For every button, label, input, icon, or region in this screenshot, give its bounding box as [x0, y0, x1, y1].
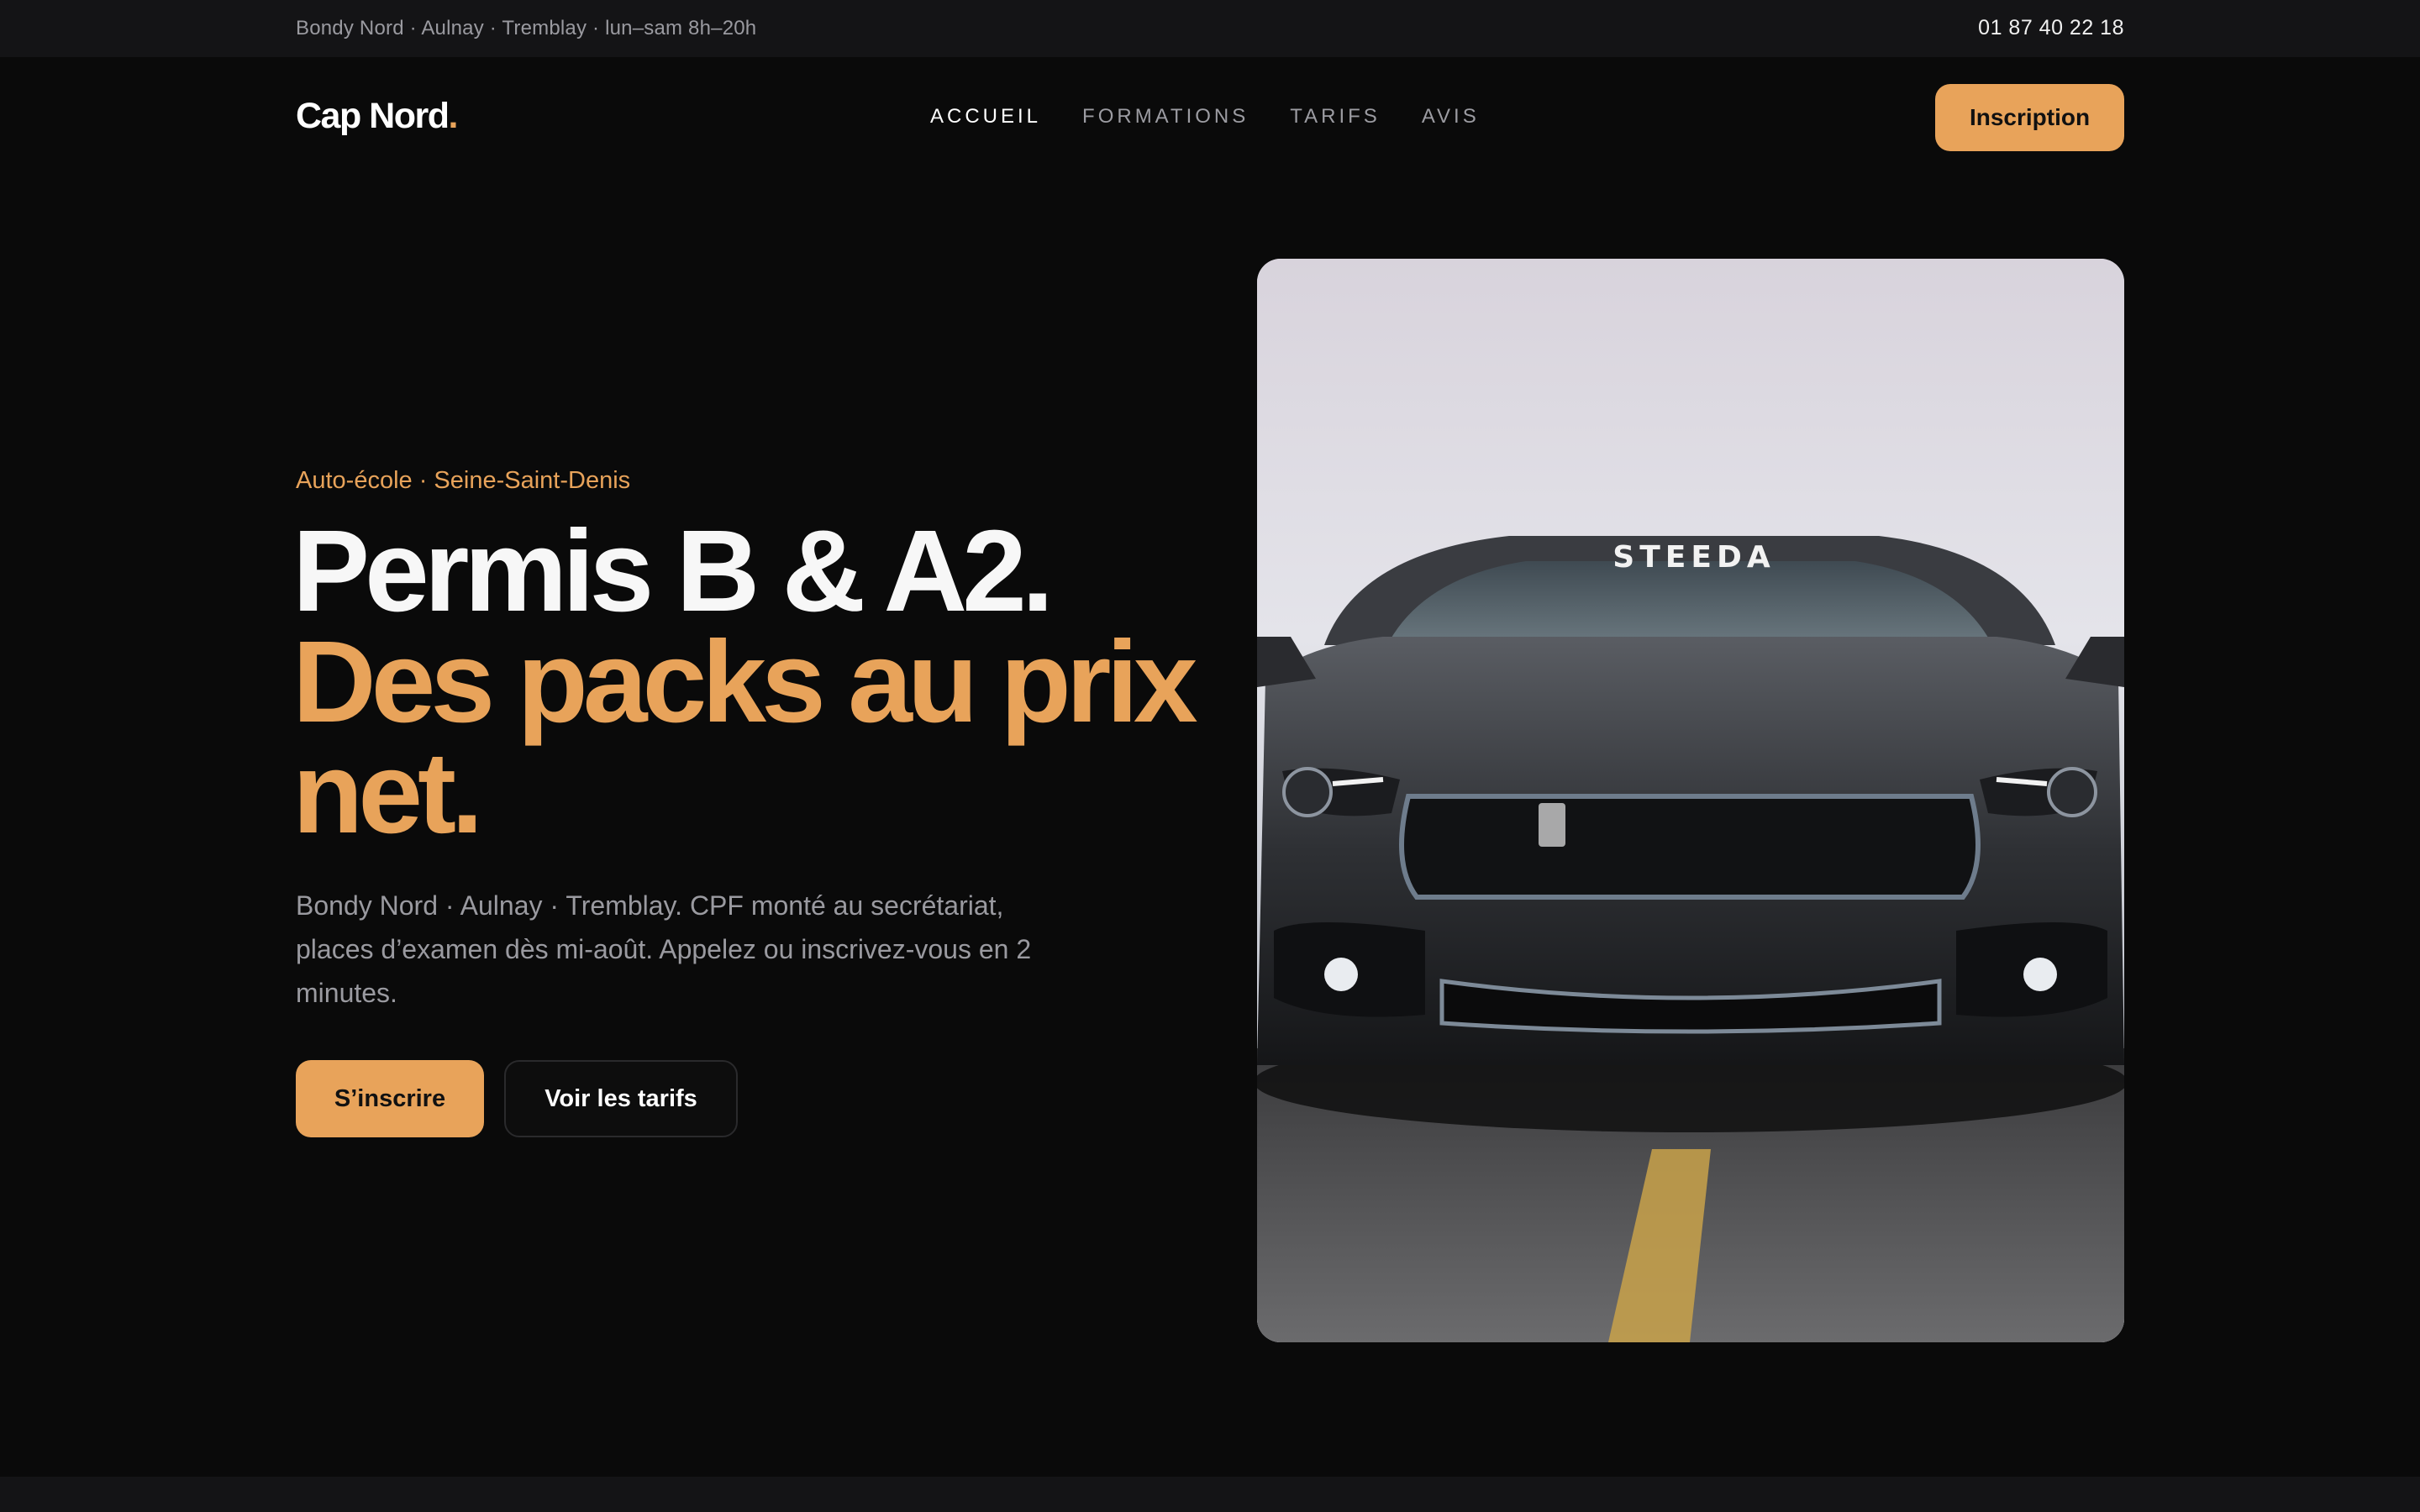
hero-headline: Permis B & A2. Des packs au prix net. [292, 507, 1217, 858]
logo-dot: . [448, 96, 459, 136]
logo-text: Cap Nord [296, 96, 450, 136]
nav-item-tarifs[interactable]: TARIFS [1290, 105, 1381, 129]
inscription-button[interactable]: Inscription [1935, 84, 2124, 151]
nav-menu: ACCUEIL FORMATIONS TARIFS AVIS [930, 105, 1480, 129]
windshield-text: STEEDA [1612, 540, 1775, 575]
car-illustration: STEEDA [1257, 259, 2124, 1342]
nav-item-accueil[interactable]: ACCUEIL [930, 105, 1041, 129]
main-nav: Cap Nord. ACCUEIL FORMATIONS TARIFS AVIS… [0, 57, 2420, 178]
next-section-edge [0, 1477, 2420, 1512]
hero-description: Bondy Nord · Aulnay · Tremblay. CPF mont… [296, 890, 1032, 1008]
signup-button[interactable]: S’inscrire [296, 1060, 484, 1137]
hero-eyebrow: Auto-école · Seine-Saint-Denis [296, 467, 631, 494]
view-pricing-button[interactable]: Voir les tarifs [504, 1060, 738, 1137]
logo[interactable]: Cap Nord. [296, 96, 459, 137]
nav-item-formations[interactable]: FORMATIONS [1082, 105, 1249, 129]
hero-car-image: STEEDA [1257, 259, 2124, 1342]
top-info-bar: Bondy Nord · Aulnay · Tremblay · lun–sam… [0, 0, 2420, 57]
locations-hours: Bondy Nord · Aulnay · Tremblay · lun–sam… [296, 17, 757, 39]
headline-line-1: Permis B & A2. [292, 507, 1054, 636]
phone-number[interactable]: 01 87 40 22 18 [1978, 16, 2124, 40]
headline-line-2: Des packs au prix net. [292, 617, 1198, 858]
nav-item-avis[interactable]: AVIS [1422, 105, 1480, 129]
